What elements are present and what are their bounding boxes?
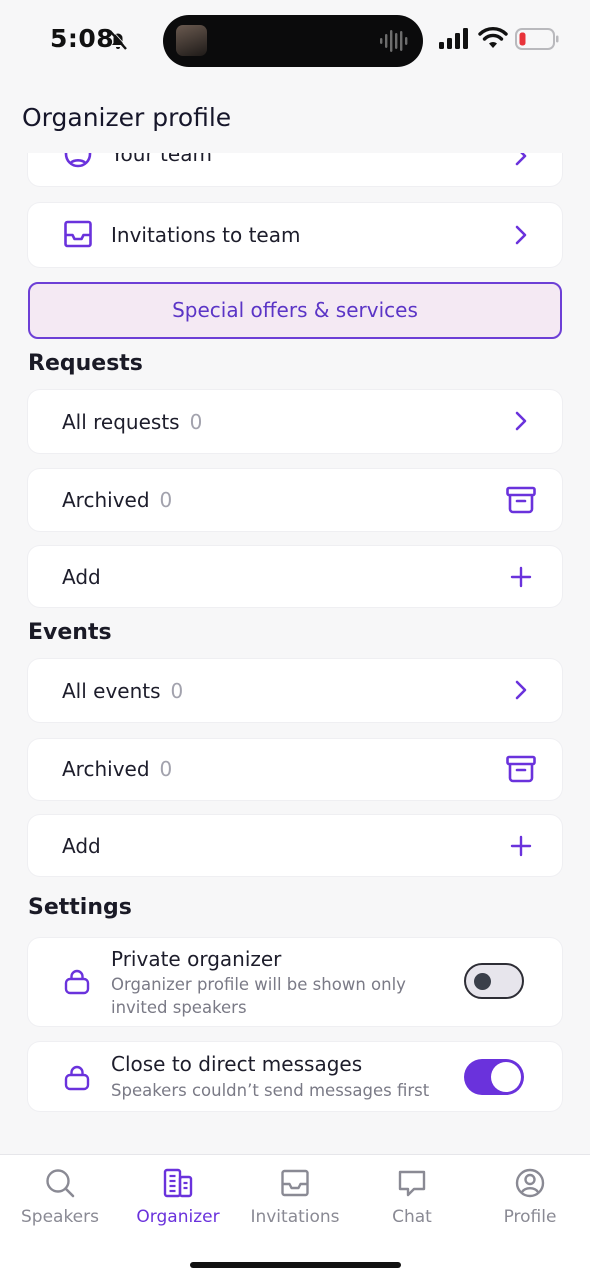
plus-icon (510, 835, 532, 857)
profile-icon (515, 1168, 545, 1198)
archive-icon (506, 486, 536, 514)
page-title: Organizer profile (22, 103, 232, 132)
bell-off-icon (109, 29, 128, 50)
tab-chat[interactable]: Chat (353, 1167, 471, 1227)
invitations-to-team-row[interactable]: Invitations to team (28, 203, 562, 267)
tab-chat-label: Chat (392, 1207, 432, 1227)
archived-requests-label: Archived (62, 488, 150, 512)
close-direct-messages-setting: Close to direct messages Speakers couldn… (28, 1042, 562, 1111)
private-organizer-setting: Private organizer Organizer profile will… (28, 938, 562, 1026)
all-events-label: All events (62, 679, 161, 703)
organizer-icon (163, 1168, 193, 1198)
add-request-label: Add (62, 565, 101, 589)
dynamic-island[interactable] (163, 15, 423, 67)
team-icon (64, 153, 92, 168)
add-request-row[interactable]: Add (28, 546, 562, 607)
chevron-right-icon (515, 411, 527, 431)
all-events-row[interactable]: All events 0 (28, 659, 562, 722)
close-direct-messages-title: Close to direct messages (111, 1052, 363, 1076)
your-team-label: Your team (111, 142, 212, 166)
battery-low-icon (515, 28, 559, 50)
tab-speakers[interactable]: Speakers (1, 1167, 119, 1227)
tab-invitations-label: Invitations (250, 1207, 340, 1227)
tab-invitations[interactable]: Invitations (236, 1167, 354, 1227)
tab-organizer-label: Organizer (136, 1207, 220, 1227)
tab-profile[interactable]: Profile (471, 1167, 589, 1227)
settings-section-title: Settings (28, 895, 132, 920)
archive-icon (506, 755, 536, 783)
inbox-icon (281, 1169, 309, 1197)
now-playing-artwork (176, 25, 207, 56)
add-event-label: Add (62, 834, 101, 858)
search-icon (46, 1169, 75, 1198)
audio-waveform-icon (380, 30, 408, 52)
tab-organizer[interactable]: Organizer (119, 1167, 237, 1227)
tab-profile-label: Profile (503, 1207, 557, 1227)
archived-requests-row[interactable]: Archived 0 (28, 469, 562, 531)
events-section-title: Events (28, 620, 112, 645)
inbox-icon (64, 220, 92, 248)
status-time: 5:08 (50, 24, 115, 53)
toggle-knob (491, 1062, 521, 1092)
tab-speakers-label: Speakers (20, 1207, 99, 1227)
lock-icon (64, 1065, 90, 1091)
archived-events-count: 0 (159, 757, 173, 781)
special-offers-button[interactable]: Special offers & services (28, 282, 562, 339)
archived-events-row[interactable]: Archived 0 (28, 739, 562, 800)
add-event-row[interactable]: Add (28, 815, 562, 876)
private-organizer-desc: Organizer profile will be shown only inv… (111, 975, 406, 1017)
requests-section-title: Requests (28, 351, 143, 376)
plus-icon (510, 566, 532, 588)
all-requests-row[interactable]: All requests 0 (28, 390, 562, 453)
toggle-knob (474, 973, 491, 990)
close-direct-messages-desc: Speakers couldn’t send messages first (111, 1081, 430, 1100)
chevron-right-icon (515, 680, 527, 700)
wifi-icon (478, 27, 508, 48)
all-requests-label: All requests (62, 410, 180, 434)
lock-icon (64, 969, 90, 995)
cellular-signal-icon (439, 28, 468, 49)
chat-icon (398, 1170, 426, 1197)
all-requests-count: 0 (189, 410, 203, 434)
chevron-right-icon (515, 153, 527, 166)
chevron-right-icon (515, 225, 527, 245)
private-organizer-toggle[interactable] (464, 963, 524, 999)
home-indicator[interactable] (190, 1262, 401, 1268)
archived-requests-count: 0 (159, 488, 173, 512)
all-events-count: 0 (170, 679, 184, 703)
invitations-to-team-label: Invitations to team (111, 223, 301, 247)
close-direct-messages-toggle[interactable] (464, 1059, 524, 1095)
archived-events-label: Archived (62, 757, 150, 781)
status-bar: 5:08 (0, 0, 590, 80)
private-organizer-title: Private organizer (111, 947, 282, 971)
